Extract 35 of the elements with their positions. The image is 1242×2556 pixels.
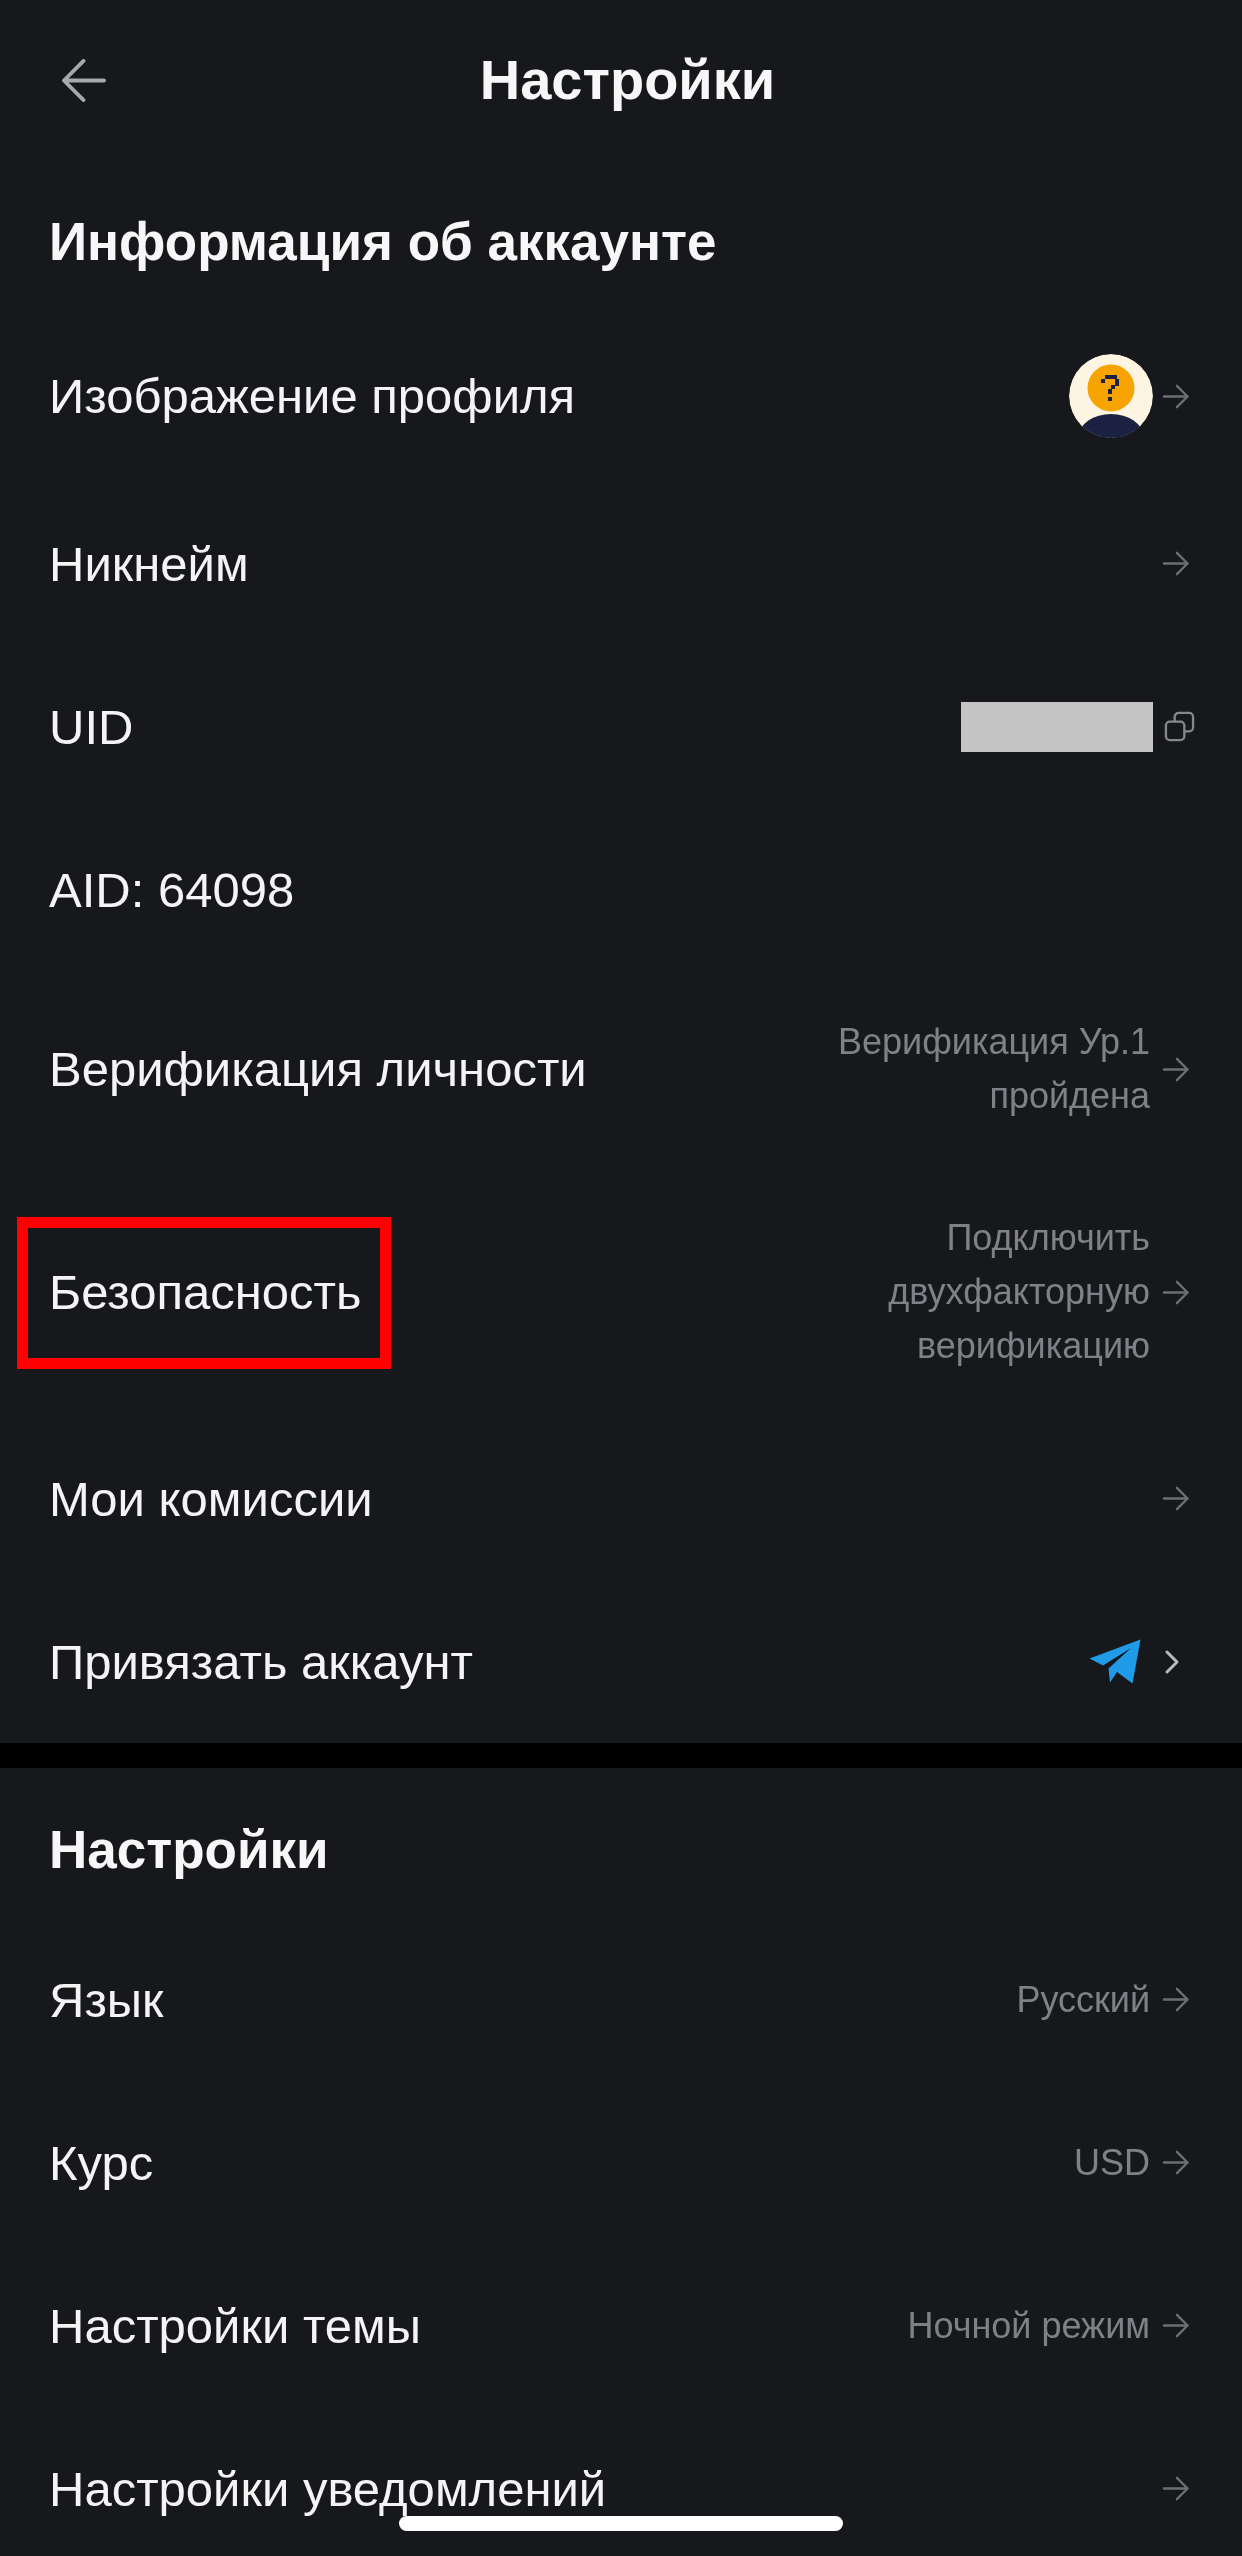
chevron-right-icon [1164, 1648, 1180, 1675]
menu-item[interactable]: Изображение профиля [49, 369, 576, 423]
menu-item[interactable]: Настройки уведомлений [49, 2461, 607, 2516]
copy-icon[interactable] [1164, 711, 1195, 742]
menu-item[interactable]: Безопасность [49, 1265, 362, 1319]
menu-item[interactable]: AID: 64098 [49, 862, 295, 917]
page-title: Настройки [479, 48, 776, 112]
back-button[interactable] [62, 58, 106, 102]
arrow-right-icon [1162, 2313, 1190, 2338]
arrow-right-icon [1162, 1486, 1190, 1511]
arrow-right-icon [1162, 1279, 1190, 1305]
menu-item[interactable]: Курс [49, 2135, 154, 2190]
setting-value: USD [1074, 2140, 1150, 2185]
menu-item[interactable]: Язык [49, 1972, 164, 2027]
avatar-icon [1069, 354, 1153, 438]
section-heading: Информация об аккаунте [48, 211, 718, 273]
setting-value: Подключить двухфакторную верификацию [887, 1216, 1150, 1368]
menu-item[interactable]: Мои комиссии [49, 1471, 373, 1526]
setting-value: Ночной режим [907, 2303, 1150, 2348]
arrow-right-icon [1162, 383, 1190, 409]
paper-plane-icon [1089, 1639, 1141, 1684]
arrow-right-icon [1162, 1987, 1190, 2012]
menu-item[interactable]: Настройки темы [49, 2298, 421, 2353]
arrow-right-icon [1162, 1056, 1190, 1082]
menu-item[interactable]: Верификация личности [49, 1042, 587, 1096]
menu-item[interactable]: Привязать аккаунт [49, 1634, 473, 1689]
menu-item[interactable]: Никнейм [49, 536, 249, 591]
section-heading: Настройки [48, 1819, 330, 1881]
menu-item[interactable]: UID [49, 699, 134, 754]
arrow-right-icon [1162, 2150, 1190, 2175]
setting-value: Верификация Ур.1 пройдена [837, 1020, 1150, 1118]
setting-value: Русский [1016, 1977, 1150, 2022]
arrow-right-icon [1162, 2476, 1190, 2501]
arrow-left-icon [62, 58, 106, 102]
arrow-right-icon [1162, 551, 1190, 576]
